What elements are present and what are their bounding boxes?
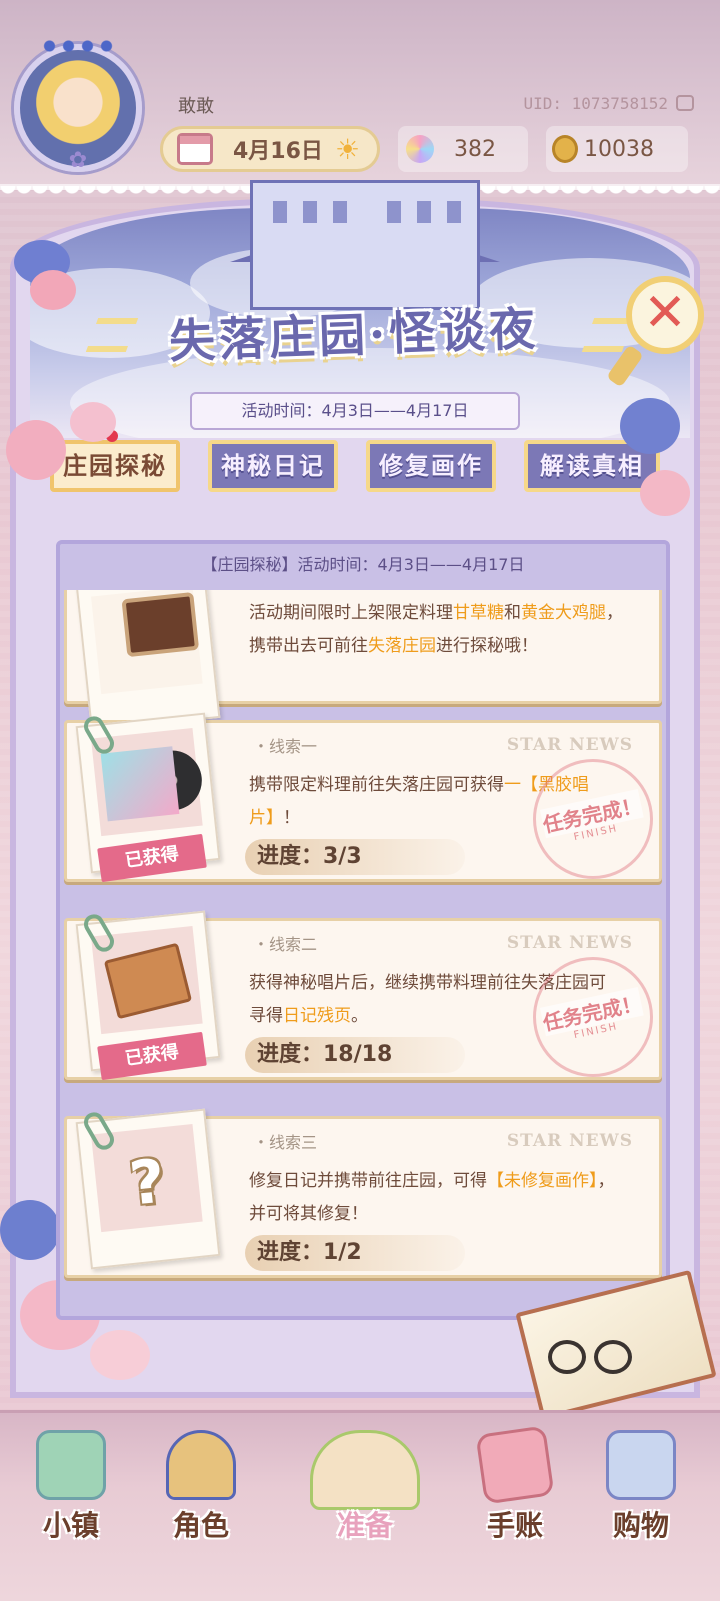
- flower: [640, 470, 690, 516]
- journal-icon: [475, 1425, 555, 1505]
- panel-header: 【庄园探秘】活动时间：4月3日——4月17日: [201, 555, 525, 574]
- uid-display: UID: 1073758152: [408, 88, 704, 118]
- flower: [90, 1330, 150, 1380]
- coin-icon: [552, 135, 578, 163]
- clue-progress: 进度：18/18: [245, 1037, 465, 1073]
- flower-crown-icon: [40, 36, 116, 56]
- clue-description: 修复日记并携带前往庄园，可得【未修复画作】，并可将其修复！: [249, 1165, 619, 1231]
- photo-inner: [91, 590, 203, 695]
- coin-count: 10038: [584, 136, 654, 162]
- window: [417, 201, 431, 223]
- clue-card-2[interactable]: 已获得 ・线索二 STAR NEWS 获得神秘唱片后，继续携带料理前往失落庄园可…: [64, 910, 662, 1089]
- nav-town[interactable]: 小镇: [16, 1420, 126, 1590]
- clue-progress: 进度：3/3: [245, 839, 465, 875]
- intro-text: 进行探秘哦！: [436, 636, 538, 656]
- shopping-bag-icon: [606, 1430, 676, 1500]
- lens: [548, 1340, 586, 1374]
- lens: [594, 1340, 632, 1374]
- intro-description: 活动期间限时上架限定料理甘草糖和黄金大鸡腿，携带出去可前往失落庄园进行探秘哦！: [249, 597, 629, 663]
- bow-icon: ✿: [68, 148, 88, 173]
- uid-text: UID: 1073758152: [523, 93, 669, 113]
- window: [273, 201, 287, 223]
- flower: [30, 270, 76, 310]
- window: [447, 201, 461, 223]
- date-text: 4月16日: [233, 139, 323, 164]
- nav-label: 小镇: [42, 1509, 99, 1542]
- intro-card: 活动期间限时上架限定料理甘草糖和黄金大鸡腿，携带出去可前往失落庄园进行探秘哦！: [64, 590, 662, 732]
- clue-list[interactable]: 活动期间限时上架限定料理甘草糖和黄金大鸡腿，携带出去可前往失落庄园进行探秘哦！ …: [64, 590, 662, 1300]
- diary-icon: [103, 942, 193, 1020]
- map-icon: [36, 1430, 106, 1500]
- event-period: 活动时间：4月3日——4月17日: [190, 392, 520, 430]
- nav-shop[interactable]: 购物: [586, 1420, 696, 1590]
- glasses-illustration: [548, 1340, 644, 1380]
- intro-text: 和: [504, 603, 521, 623]
- flower: [0, 1200, 60, 1260]
- nav-label: 手账: [486, 1509, 543, 1542]
- window: [303, 201, 317, 223]
- sun-icon: ☀: [334, 132, 361, 166]
- photo-frame: [75, 590, 221, 732]
- clue-label: ・线索一: [253, 737, 318, 756]
- item-licorice-candy: 甘草糖: [453, 603, 504, 623]
- clue-progress: 进度：1/2: [245, 1235, 465, 1271]
- star-news-logo: STAR NEWS: [506, 735, 633, 755]
- player-name: 敢敢: [178, 96, 214, 117]
- coin-counter[interactable]: 10038: [546, 126, 688, 172]
- flower: [6, 420, 66, 480]
- clue-card-3[interactable]: ? ・线索三 STAR NEWS 修复日记并携带前往庄园，可得【未修复画作】，并…: [64, 1108, 662, 1278]
- event-title: 失落庄园·怪谈夜: [168, 301, 540, 369]
- nav-label: 角色: [172, 1509, 229, 1542]
- close-button[interactable]: ✕: [626, 276, 704, 354]
- record-sleeve-icon: [100, 746, 180, 822]
- cake-icon: [310, 1430, 420, 1510]
- event-title-wrap: 失落庄园·怪谈夜: [94, 290, 614, 374]
- gem-icon: [406, 135, 434, 163]
- nav-journal[interactable]: 手账: [460, 1420, 570, 1590]
- nav-label: 准备: [336, 1509, 393, 1542]
- clue-text: 。: [351, 1006, 368, 1026]
- character-icon: [166, 1430, 236, 1500]
- nav-role[interactable]: 角色: [146, 1420, 256, 1590]
- location-lost-manor: 失落庄园: [368, 636, 436, 656]
- window: [387, 201, 401, 223]
- nav-label: 购物: [612, 1509, 669, 1542]
- flower: [70, 402, 116, 442]
- clue-text: 修复日记并携带前往庄园，可得: [249, 1171, 487, 1191]
- intro-text: 活动期间限时上架限定料理: [249, 603, 453, 623]
- nav-prepare[interactable]: 准备: [300, 1420, 430, 1590]
- item-unrestored-painting: 【未修复画作】: [487, 1171, 598, 1191]
- date-display[interactable]: 4月16日 ☀: [160, 126, 380, 172]
- item-diary-page: 日记残页: [283, 1006, 351, 1026]
- licorice-candy-icon: [121, 591, 200, 658]
- clue-text: 携带限定料理前往失落庄园可获得: [249, 775, 504, 795]
- flower: [620, 398, 680, 454]
- star-news-logo: STAR NEWS: [506, 1131, 633, 1151]
- copy-icon[interactable]: [676, 95, 694, 111]
- tab-restore-painting[interactable]: 修复画作: [366, 440, 496, 492]
- clue-card-1[interactable]: 已获得 ・线索一 STAR NEWS 携带限定料理前往失落庄园可获得一【黑胶唱片…: [64, 712, 662, 891]
- window: [333, 201, 347, 223]
- gem-counter[interactable]: 382: [398, 126, 528, 172]
- tab-mystery-diary[interactable]: 神秘日记: [208, 440, 338, 492]
- gem-count: 382: [454, 136, 496, 162]
- clue-label: ・线索二: [253, 935, 318, 954]
- star-news-logo: STAR NEWS: [506, 933, 633, 953]
- question-mark-icon: ?: [126, 1146, 169, 1220]
- calendar-icon: [177, 133, 213, 165]
- item-golden-drumstick: 黄金大鸡腿: [521, 603, 606, 623]
- clue-text: ！: [283, 808, 300, 828]
- tab-manor-explore[interactable]: 庄园探秘: [50, 440, 180, 492]
- clue-label: ・线索三: [253, 1133, 318, 1152]
